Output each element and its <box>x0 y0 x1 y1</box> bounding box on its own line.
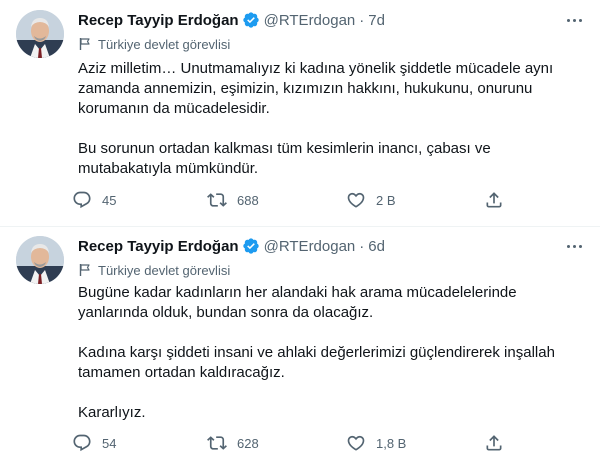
retweet-icon <box>207 193 227 207</box>
heart-icon <box>347 435 365 451</box>
verified-badge-icon <box>242 11 260 29</box>
reply-count: 45 <box>102 192 117 208</box>
tweet-text-line: Kadına karşı şiddeti insani ve ahlaki de… <box>78 344 555 361</box>
tweet-text: Bugüne kadar kadınların her alandaki hak… <box>78 283 578 423</box>
separator-dot: · <box>359 237 365 255</box>
tweet-text-line: yanlarında olduk, bundan sonra da olacağ… <box>78 304 374 321</box>
like-button[interactable]: 1,8 B <box>346 431 406 455</box>
government-flag-icon <box>79 264 90 276</box>
retweet-count: 688 <box>237 192 259 208</box>
retweet-button[interactable]: 628 <box>207 431 259 455</box>
avatar[interactable] <box>16 10 64 58</box>
tweet-1[interactable]: Recep Tayyip Erdoğan @RTErdogan · 7d Tür… <box>0 0 600 226</box>
tweet-text-line: Aziz milletim… Unutmamalıyız ki kadına y… <box>78 60 554 77</box>
avatar[interactable] <box>16 236 64 284</box>
avatar-image <box>16 236 64 284</box>
reply-button[interactable]: 45 <box>72 188 116 212</box>
reply-count: 54 <box>102 435 117 451</box>
reply-icon <box>73 191 91 209</box>
tweet-text-line: Bu sorunun ortadan kalkması tüm kesimler… <box>78 140 491 157</box>
retweet-icon <box>207 436 227 450</box>
share-icon <box>486 435 502 451</box>
account-label-text: Türkiye devlet görevlisi <box>98 36 231 52</box>
tweet-text: Aziz milletim… Unutmamalıyız ki kadına y… <box>78 59 578 179</box>
like-count: 1,8 B <box>376 435 407 451</box>
heart-icon <box>347 192 365 208</box>
tweet-actions: 54 628 1,8 B <box>72 431 512 455</box>
account-label-text: Türkiye devlet görevlisi <box>98 262 231 278</box>
tweet-text-line: Bugüne kadar kadınların her alandaki hak… <box>78 284 517 301</box>
retweet-count: 628 <box>237 435 259 451</box>
reply-button[interactable]: 54 <box>72 431 116 455</box>
account-label[interactable]: Türkiye devlet görevlisi <box>78 261 230 279</box>
like-count: 2 B <box>376 192 396 208</box>
government-flag-icon <box>79 38 90 50</box>
like-button[interactable]: 2 B <box>346 188 396 212</box>
reply-icon <box>73 434 91 452</box>
tweet-text-line: tamamen ortadan kaldıracağız. <box>78 364 285 381</box>
tweet-header: Recep Tayyip Erdoğan @RTErdogan · 7d <box>78 10 385 30</box>
tweet-text-line: Kararlıyız. <box>78 404 146 421</box>
tweet-text-line: zamanda annemizin, eşimizin, kızımızın h… <box>78 80 533 97</box>
more-options-icon[interactable] <box>562 10 586 30</box>
share-button[interactable] <box>484 431 504 455</box>
verified-badge-icon <box>242 237 260 255</box>
avatar-image <box>16 10 64 58</box>
tweet-actions: 45 688 2 B <box>72 188 512 212</box>
author-handle[interactable]: @RTErdogan <box>264 238 356 255</box>
separator-dot: · <box>359 11 365 29</box>
tweet-time[interactable]: 7d <box>368 12 385 29</box>
tweet-2[interactable]: Recep Tayyip Erdoğan @RTErdogan · 6d Tür… <box>0 226 600 467</box>
retweet-button[interactable]: 688 <box>207 188 259 212</box>
author-handle[interactable]: @RTErdogan <box>264 12 356 29</box>
tweet-time[interactable]: 6d <box>368 238 385 255</box>
more-options-icon[interactable] <box>562 236 586 256</box>
account-label[interactable]: Türkiye devlet görevlisi <box>78 35 230 53</box>
author-name[interactable]: Recep Tayyip Erdoğan <box>78 238 239 255</box>
tweet-text-line: mutabakatıyla mümkündür. <box>78 160 259 177</box>
tweet-header: Recep Tayyip Erdoğan @RTErdogan · 6d <box>78 236 385 256</box>
share-button[interactable] <box>484 188 504 212</box>
author-name[interactable]: Recep Tayyip Erdoğan <box>78 12 239 29</box>
share-icon <box>486 192 502 208</box>
tweet-text-line: korumanın da mücadelesidir. <box>78 100 270 117</box>
